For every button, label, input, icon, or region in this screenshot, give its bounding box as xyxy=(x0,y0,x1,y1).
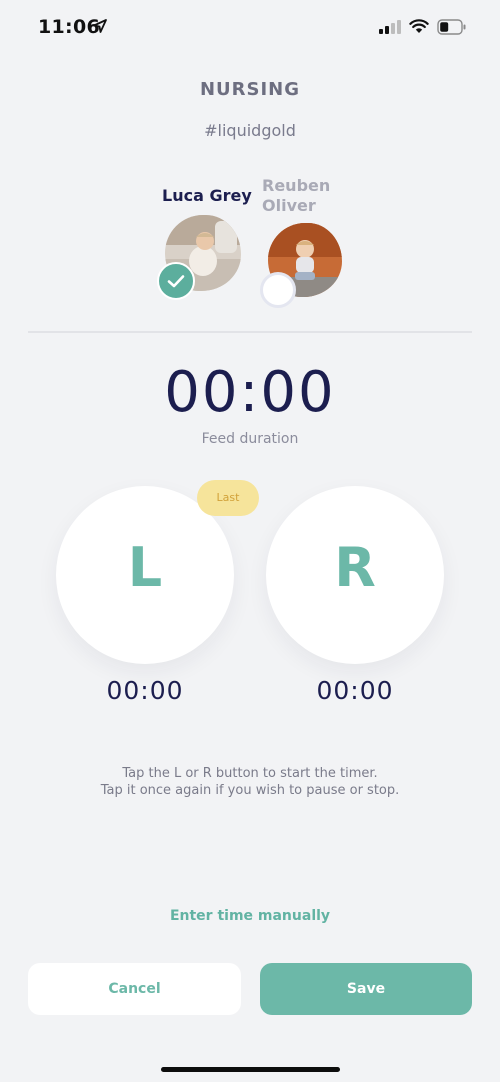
feed-duration-label: Feed duration xyxy=(201,431,299,447)
selected-check-icon xyxy=(157,262,195,300)
instructions-line: Tap it once again if you wish to pause o… xyxy=(100,783,400,798)
page-subtitle-hashtag: #liquidgold xyxy=(204,121,296,140)
baby-name: Reuben Oliver xyxy=(262,176,331,215)
right-side-letter: R xyxy=(334,536,376,599)
divider xyxy=(28,331,472,333)
right-side-button[interactable]: R xyxy=(266,486,444,664)
enter-time-manually-link[interactable]: Enter time manually xyxy=(0,908,500,924)
location-arrow-icon xyxy=(93,19,107,33)
baby-name: Luca Grey xyxy=(162,186,252,205)
left-side-letter: L xyxy=(127,536,163,599)
cancel-button[interactable]: Cancel xyxy=(28,963,241,1015)
cellular-signal-icon xyxy=(379,20,401,34)
instructions-line: Tap the L or R button to start the timer… xyxy=(122,766,378,781)
status-time: 11:06 xyxy=(38,16,100,38)
status-bar: 11:06 xyxy=(0,0,500,56)
save-button[interactable]: Save xyxy=(260,963,472,1015)
last-side-badge: Last xyxy=(197,480,259,516)
battery-icon xyxy=(437,19,466,35)
page-title: NURSING xyxy=(199,79,301,100)
baby-option-luca[interactable]: Luca Grey xyxy=(150,180,260,300)
baby-option-reuben[interactable]: Reuben Oliver xyxy=(255,175,365,310)
unselected-radio-icon xyxy=(260,272,296,308)
feed-duration-timer: 00:00 xyxy=(164,360,336,425)
wifi-icon xyxy=(409,19,429,33)
left-side-timer: 00:00 xyxy=(106,676,184,705)
right-side-timer: 00:00 xyxy=(316,676,394,705)
home-indicator[interactable] xyxy=(161,1067,340,1072)
instructions-text: Tap the L or R button to start the timer… xyxy=(0,765,500,799)
